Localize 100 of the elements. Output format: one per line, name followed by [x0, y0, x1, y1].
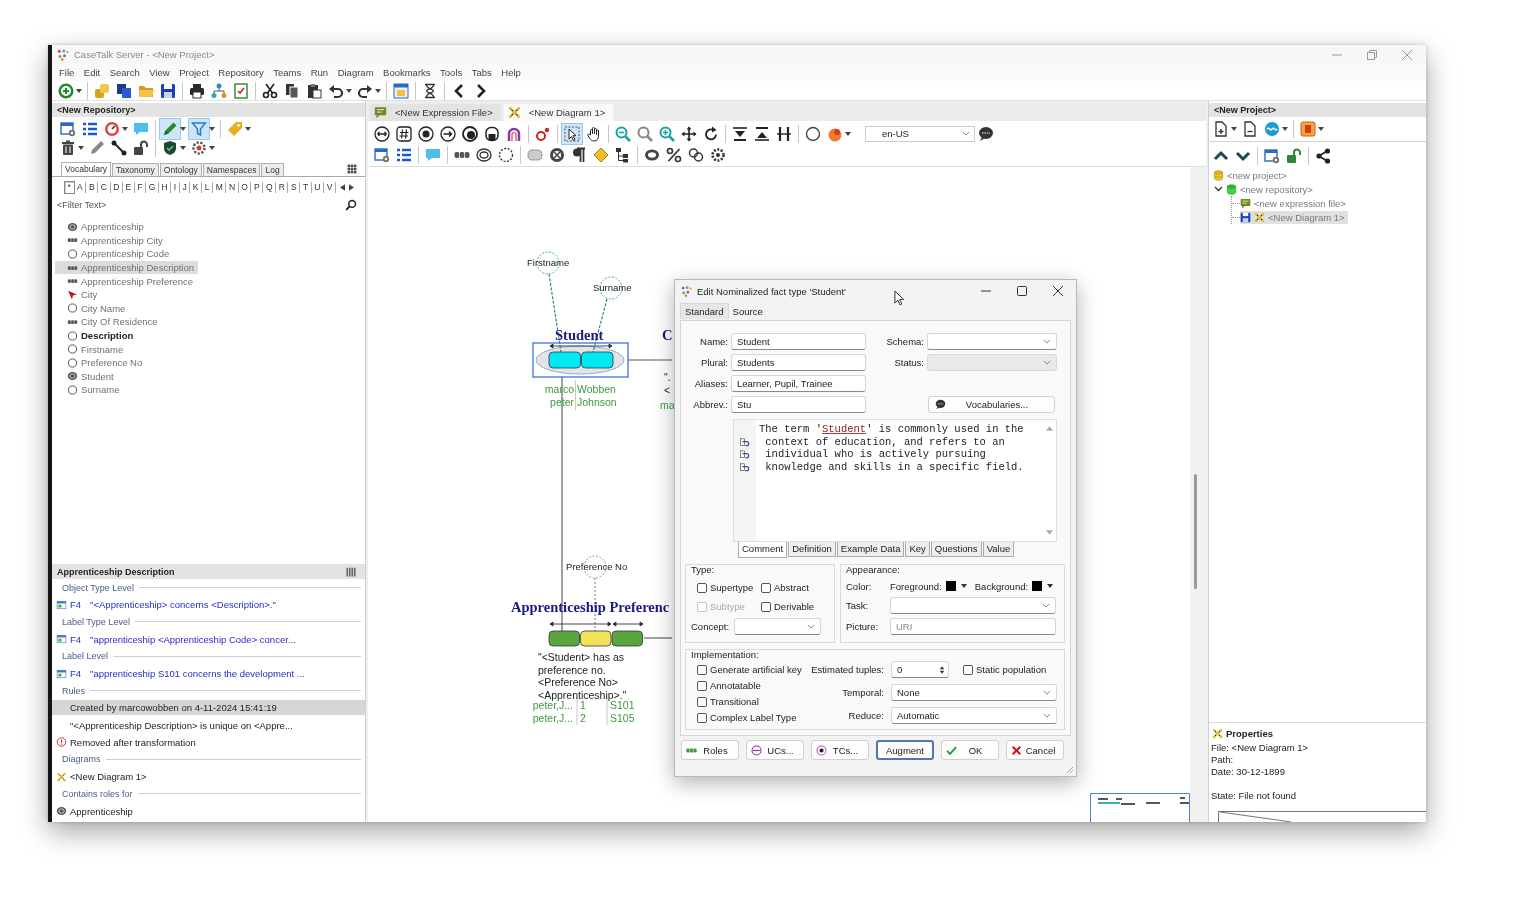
panel-tab[interactable]: Vocabulary — [61, 162, 112, 176]
target-icon[interactable] — [418, 125, 434, 142]
letter-tab[interactable]: E — [122, 181, 135, 193]
term-link[interactable]: Student — [822, 423, 867, 435]
pilcrow-icon[interactable] — [571, 146, 587, 163]
redo-icon[interactable] — [357, 82, 373, 99]
vocabulary-item[interactable]: Apprenticeship City — [67, 233, 167, 247]
hand-icon[interactable] — [586, 125, 602, 142]
maximize-icon[interactable] — [1017, 286, 1027, 296]
letter-tab[interactable]: O — [238, 181, 252, 193]
filter-icon[interactable] — [188, 117, 210, 140]
letter-tab[interactable]: G — [146, 181, 159, 193]
menu-item[interactable]: Tabs — [471, 67, 492, 78]
window-gear-icon[interactable] — [374, 146, 390, 163]
text-tab[interactable]: Key — [905, 542, 930, 557]
checkbox[interactable] — [963, 664, 973, 675]
letter-tab[interactable]: T — [300, 181, 312, 193]
letter-tab[interactable]: P — [251, 181, 264, 193]
text-tab[interactable]: Questions — [930, 542, 982, 557]
letter-tab[interactable]: H — [158, 181, 172, 193]
caret-icon[interactable] — [346, 88, 352, 93]
ucs-button[interactable]: UCs... — [746, 740, 804, 760]
tcs-button[interactable]: TCs... — [811, 740, 869, 760]
caret-icon[interactable] — [76, 88, 82, 93]
move-icon[interactable] — [681, 125, 697, 142]
network-icon[interactable] — [211, 82, 227, 99]
augment-button[interactable]: Augment — [876, 740, 934, 760]
text-tab[interactable]: Value — [982, 542, 1015, 557]
pin-icon[interactable] — [535, 125, 551, 142]
add-icon[interactable] — [58, 82, 74, 99]
letter-tab[interactable]: A — [74, 181, 87, 193]
checkbox[interactable] — [697, 582, 707, 593]
close-icon[interactable] — [1053, 286, 1063, 296]
distribute-icon[interactable] — [776, 125, 792, 142]
list-icon[interactable] — [396, 146, 412, 163]
menu-item[interactable]: Repository — [218, 67, 264, 78]
arch-icon[interactable] — [506, 125, 522, 142]
stop-square-icon[interactable] — [1300, 120, 1316, 137]
color-swatch[interactable] — [1032, 581, 1043, 591]
spinner-icon[interactable] — [939, 664, 945, 675]
pages-icon[interactable] — [116, 82, 132, 99]
menu-item[interactable]: Edit — [83, 67, 101, 78]
checkbox[interactable] — [761, 582, 771, 593]
checklist-icon[interactable] — [233, 82, 249, 99]
vocabulary-item[interactable]: Apprenticeship Code — [67, 247, 174, 261]
trash-icon[interactable] — [60, 139, 76, 156]
panel-tab[interactable]: Taxonomy — [112, 163, 159, 176]
letter-tab[interactable]: C — [98, 181, 111, 193]
details-entry[interactable]: F4 "apprenticeship <Apprenticeship Code> concer... — [52, 631, 300, 647]
new-document-icon[interactable] — [1213, 120, 1229, 137]
letter-tab[interactable]: M — [213, 181, 227, 193]
caret-icon[interactable] — [180, 145, 186, 150]
list-icon[interactable] — [82, 120, 98, 137]
letter-tab[interactable]: N — [226, 181, 239, 193]
text-tab[interactable]: Example Data — [836, 542, 905, 557]
vocabulary-item[interactable]: Preference No — [67, 356, 147, 370]
checkbox[interactable] — [697, 664, 707, 675]
share-icon[interactable] — [1315, 147, 1331, 164]
letter-tab[interactable]: R — [276, 181, 289, 193]
caret-icon[interactable] — [245, 126, 251, 131]
caret-icon[interactable] — [1231, 126, 1237, 131]
scrollbar-thumb[interactable] — [1194, 474, 1197, 589]
scroll-left-icon[interactable] — [339, 183, 345, 191]
letter-tab[interactable]: S — [288, 181, 301, 193]
gauge-icon[interactable] — [104, 120, 120, 137]
align-up-icon[interactable] — [754, 125, 770, 142]
dropdown[interactable]: None — [891, 684, 1057, 701]
vocabulary-item[interactable]: City — [67, 288, 102, 302]
circle-dot-icon[interactable] — [462, 125, 478, 142]
dialog-tab[interactable]: Source — [728, 304, 767, 319]
overview-map[interactable] — [1090, 793, 1190, 822]
hierarchy-icon[interactable] — [615, 146, 631, 163]
ok-button[interactable]: OK — [941, 740, 999, 760]
window-gear-icon[interactable] — [60, 120, 76, 137]
gear-icon[interactable] — [191, 139, 207, 156]
document-icon[interactable] — [1242, 120, 1258, 137]
details-entry[interactable]: Removed after transformation — [52, 734, 200, 750]
grid-icon[interactable] — [347, 163, 357, 174]
vocabulary-item[interactable]: City Of Residence — [67, 315, 162, 329]
save-icon[interactable] — [160, 82, 176, 99]
letter-tab[interactable]: B — [86, 181, 99, 193]
dropdown[interactable]: Automatic — [891, 707, 1057, 724]
panel-tab[interactable]: Log — [261, 163, 284, 176]
dropdown[interactable] — [927, 333, 1057, 350]
gear-icon[interactable] — [710, 146, 726, 163]
text-field[interactable]: Students — [731, 354, 866, 371]
letter-tab[interactable]: Q — [263, 181, 277, 193]
caret-icon[interactable] — [78, 145, 84, 150]
menu-item[interactable]: Bookmarks — [383, 67, 431, 78]
caret-icon[interactable] — [209, 126, 215, 131]
editor-tab[interactable]: <New Expression File> — [370, 104, 501, 121]
menu-item[interactable]: File — [59, 67, 75, 78]
language-dropdown[interactable]: en-US — [865, 125, 975, 142]
text-field[interactable]: Learner, Pupil, Trainee — [731, 375, 866, 392]
vocabulary-item[interactable]: Firstname — [67, 342, 128, 356]
percent-icon[interactable] — [666, 146, 682, 163]
window-gear-icon[interactable] — [1264, 147, 1280, 164]
crossed-circle-icon[interactable] — [549, 146, 565, 163]
scissors-icon[interactable] — [262, 82, 278, 99]
hourglass-icon[interactable] — [422, 82, 438, 99]
